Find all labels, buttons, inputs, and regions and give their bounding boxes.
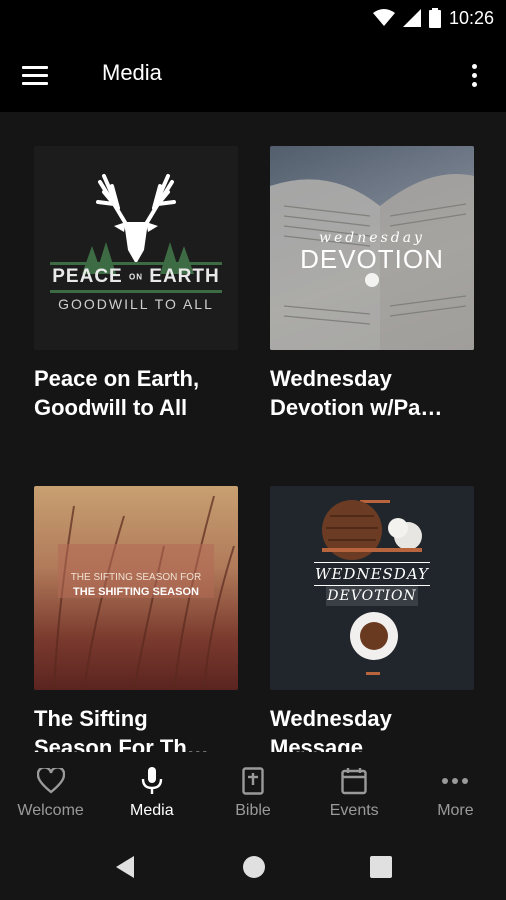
nav-label: Welcome (17, 802, 84, 819)
media-card-wednesday-devotion[interactable]: wednesday DEVOTION Wednesday Devotion w/… (270, 146, 474, 422)
status-time: 10:26 (448, 7, 494, 28)
calendar-icon (341, 768, 367, 795)
media-thumbnail: THE SIFTING SEASON FOR THE SHIFTING SEAS… (34, 486, 238, 690)
thumb-title: WEDNESDAY (314, 562, 430, 586)
home-icon[interactable] (242, 855, 266, 879)
system-navigation-bar (0, 834, 506, 900)
nav-item-media[interactable]: Media (101, 752, 202, 834)
back-icon[interactable] (114, 855, 136, 879)
heart-icon (36, 768, 65, 794)
status-bar: 10:26 (0, 0, 506, 36)
signal-icon (402, 9, 421, 27)
more-vert-icon[interactable] (462, 60, 486, 90)
nav-item-bible[interactable]: Bible (202, 752, 303, 834)
thumb-subtitle: DEVOTION (326, 586, 418, 606)
media-thumbnail: WEDNESDAY DEVOTION (270, 486, 474, 690)
nav-item-events[interactable]: Events (304, 752, 405, 834)
battery-icon (428, 8, 441, 28)
bottom-navigation: Welcome Media Bible Events More (0, 752, 506, 834)
nav-label: Media (130, 802, 174, 819)
media-card-title: The Sifting Season For Th… (34, 706, 209, 752)
media-thumbnail: PEACE ON EARTH GOODWILL TO ALL (34, 146, 238, 350)
thumb-title: DEVOTION (300, 244, 444, 274)
media-thumbnail: wednesday DEVOTION (270, 146, 474, 350)
nav-item-more[interactable]: More (405, 752, 506, 834)
thumb-title: PEACE ON EARTH (52, 266, 220, 287)
page-title: Media (102, 60, 162, 85)
wifi-icon (372, 9, 395, 26)
thumb-subtitle: THE SIFTING SEASON FOR (70, 572, 202, 583)
thumb-title: THE SHIFTING SEASON (73, 586, 199, 598)
media-card-title: Wednesday Devotion w/Pa… (270, 366, 443, 420)
media-card-sifting-season[interactable]: THE SIFTING SEASON FOR THE SHIFTING SEAS… (34, 486, 238, 752)
nav-label: Bible (235, 802, 271, 819)
more-horiz-icon (442, 778, 469, 784)
thumb-subtitle: GOODWILL TO ALL (58, 296, 214, 312)
bible-icon (242, 767, 264, 795)
deer-antlers-illustration (50, 174, 222, 293)
nav-item-welcome[interactable]: Welcome (0, 752, 101, 834)
media-card-peace-on-earth[interactable]: PEACE ON EARTH GOODWILL TO ALL Peace on … (34, 146, 238, 422)
hamburger-menu-icon[interactable] (22, 58, 56, 92)
microphone-icon (141, 767, 162, 794)
app-bar: Media (0, 36, 506, 112)
recents-icon[interactable] (370, 856, 392, 878)
media-card-wednesday-message[interactable]: WEDNESDAY DEVOTION Wednesday Message (270, 486, 474, 752)
nav-label: More (437, 802, 474, 819)
media-card-title: Peace on Earth, Goodwill to All (34, 366, 200, 420)
media-grid: PEACE ON EARTH GOODWILL TO ALL Peace on … (0, 112, 506, 752)
media-card-title: Wednesday Message (270, 706, 392, 752)
nav-label: Events (329, 802, 379, 819)
